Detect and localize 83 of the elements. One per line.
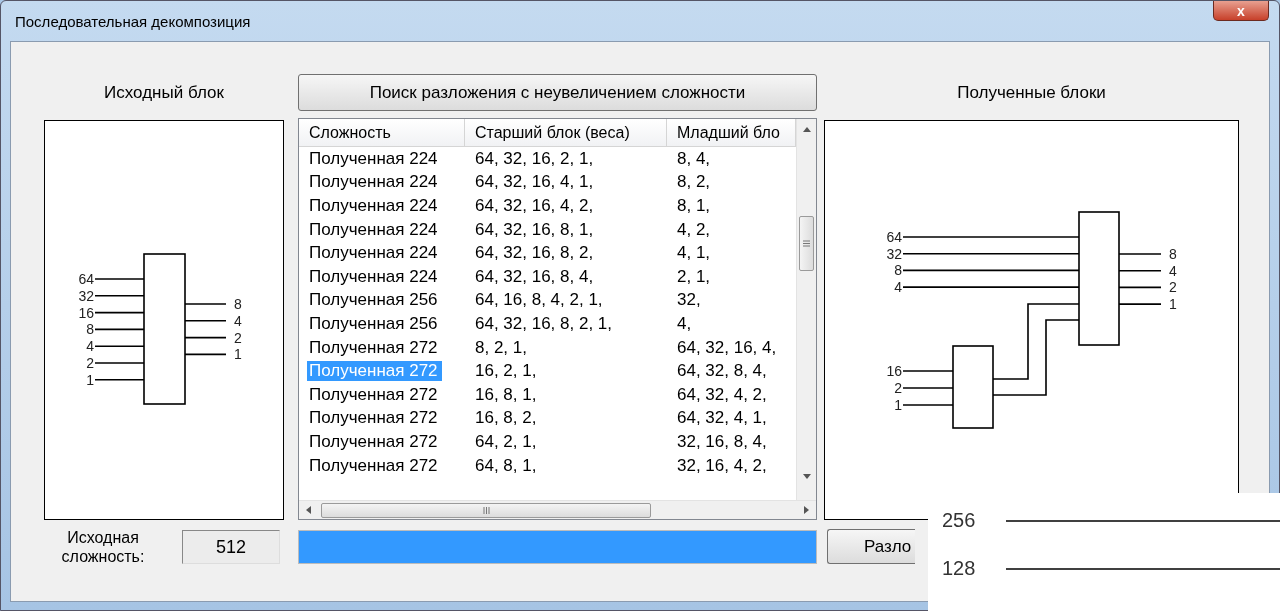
table-cell-text: 2, 1, — [676, 266, 712, 287]
table-cell-text: 64, 32, 16, 4, — [676, 337, 778, 358]
table-cell-text: 64, 32, 16, 4, 1, — [474, 172, 595, 193]
table-cell[interactable]: Полученная 272 — [307, 337, 442, 358]
pin-label: 2 — [86, 355, 94, 371]
pin-label: 8 — [894, 262, 902, 279]
scroll-down-icon[interactable] — [802, 474, 811, 480]
table-cell-text: 16, 8, 1, — [474, 384, 538, 405]
pin-label: 4 — [1169, 262, 1177, 279]
table-cell[interactable]: Полученная 272 — [307, 455, 442, 476]
pin-label: 64 — [886, 229, 902, 245]
table-cell-text: 16, 8, 2, — [474, 408, 538, 429]
pin-label: 4 — [894, 279, 902, 296]
pin-label: 4 — [86, 338, 94, 355]
table-cell-text: 64, 32, 16, 8, 2, 1, — [474, 313, 614, 334]
table-cell-text: 32, — [676, 290, 702, 311]
panel-title: Полученные блоки — [956, 81, 1107, 104]
scroll-right-icon[interactable] — [804, 506, 810, 514]
pin-label: 2 — [894, 380, 902, 396]
column-header[interactable]: Сложность — [299, 119, 465, 146]
table-cell[interactable]: Полученная 224 — [307, 243, 442, 264]
pin-label: 8 — [234, 296, 242, 312]
table-cell-text: 32, 16, 4, 2, — [676, 455, 768, 476]
column-header[interactable]: Старший блок (веса) — [465, 119, 667, 146]
pin-label: 2 — [234, 329, 242, 346]
pin-label: 8 — [86, 321, 94, 338]
table-cell-text: 32, 16, 8, 4, — [676, 431, 768, 452]
pin-label: 256 — [942, 509, 976, 531]
table-cell[interactable]: Полученная 224 — [307, 219, 442, 240]
table-cell-text: 64, 32, 16, 8, 2, — [474, 243, 595, 264]
table-cell[interactable]: Полученная 256 — [307, 313, 442, 334]
table-cell-text: 8, 2, 1, — [474, 337, 528, 358]
decompose-button[interactable]: Разло — [827, 529, 915, 564]
pin-label: 4 — [234, 312, 242, 329]
table-cell-text: 8, 1, — [676, 196, 712, 216]
table-cell-text: 8, 4, — [676, 148, 712, 169]
pin-label: 8 — [1169, 246, 1177, 262]
table-cell[interactable]: Полученная 224 — [307, 172, 442, 193]
table-cell[interactable]: Полученная 272 — [307, 408, 442, 429]
table-cell-text: 4, — [676, 313, 693, 334]
pin-label: 64 — [78, 271, 94, 287]
pin-label: 2 — [1169, 279, 1177, 296]
window-title: Последовательная декомпозиция — [15, 12, 251, 30]
pin-label: 16 — [886, 363, 902, 379]
table-cell-text: 8, 2, — [676, 172, 712, 193]
table-cell-text: 64, 32, 16, 4, 2, — [474, 196, 595, 216]
table-cell-text: 4, 2, — [676, 219, 712, 240]
pin-label: 1 — [894, 397, 902, 413]
table-cell[interactable]: Полученная 224 — [307, 266, 442, 287]
table-cell-text: 64, 32, 4, 1, — [676, 408, 768, 429]
pin-label: 32 — [78, 287, 94, 304]
table-cell-text: 64, 32, 8, 4, — [676, 361, 768, 382]
table-cell-text: 64, 32, 16, 2, 1, — [474, 148, 595, 169]
pin-label: 1 — [86, 371, 94, 388]
scrollbar-thumb[interactable] — [321, 502, 651, 518]
table-cell-text: 64, 16, 8, 4, 2, 1, — [474, 290, 604, 311]
table-cell[interactable]: Полученная 224 — [307, 196, 442, 216]
table-cell-text: 64, 32, 16, 8, 1, — [474, 219, 595, 240]
grip-icon — [803, 240, 810, 247]
complexity-label: Исходная сложность: — [60, 528, 146, 566]
table-cell[interactable]: Полученная 272 — [307, 384, 442, 405]
pin-label: 32 — [886, 245, 902, 262]
close-button[interactable]: x — [1213, 1, 1269, 21]
scroll-up-icon[interactable] — [802, 126, 811, 132]
table-cell-text: 64, 2, 1, — [474, 431, 538, 452]
table-cell[interactable]: Полученная 272 — [307, 431, 442, 452]
scrollbar-thumb[interactable] — [799, 216, 814, 271]
pin-label: 128 — [942, 557, 976, 579]
table-cell-text: 64, 32, 16, 8, 4, — [474, 266, 595, 287]
table-cell-text: 64, 32, 4, 2, — [676, 384, 768, 405]
panel-title: Исходный блок — [103, 81, 225, 104]
table-cell[interactable]: Полученная 224 — [307, 148, 442, 169]
grip-icon — [482, 506, 490, 514]
table-cell[interactable]: Полученная 256 — [307, 290, 442, 311]
table-cell-text: 4, 1, — [676, 243, 712, 264]
pin-label: 16 — [78, 304, 94, 321]
table-cell-text: 16, 2, 1, — [474, 361, 538, 382]
complexity-field: 512 — [182, 530, 280, 564]
search-button[interactable]: Поиск разложения с неувеличением сложности — [298, 74, 817, 111]
pin-label: 1 — [234, 346, 242, 363]
table-cell-text: 64, 8, 1, — [474, 455, 538, 476]
pin-label: 1 — [1169, 296, 1177, 313]
scroll-left-icon[interactable] — [305, 506, 311, 514]
